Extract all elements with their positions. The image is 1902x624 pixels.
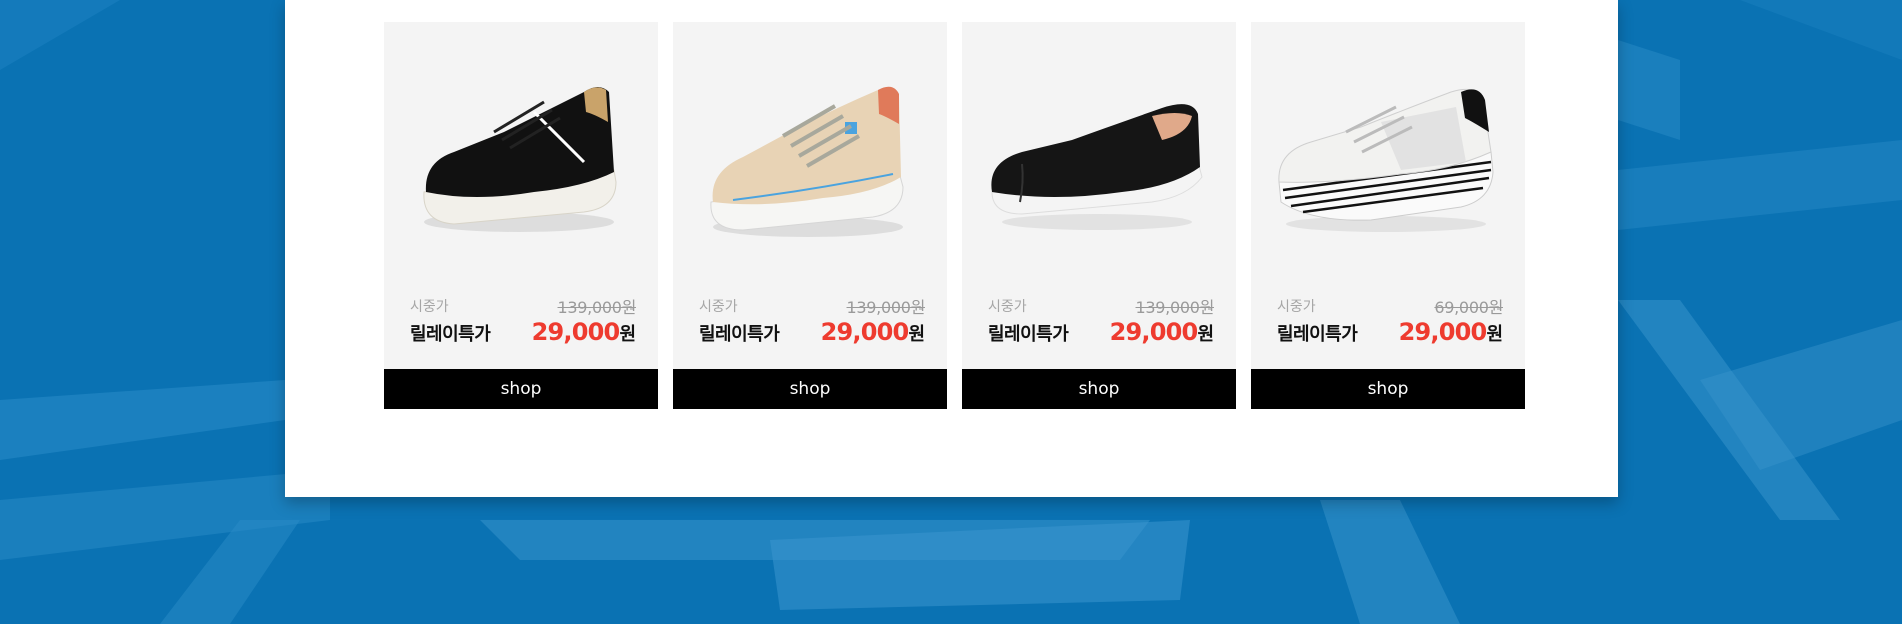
sale-price-unit: 원 (619, 324, 636, 345)
shop-button[interactable]: shop (962, 369, 1236, 409)
black-leather-sneaker-icon (423, 87, 617, 232)
shop-button[interactable]: shop (673, 369, 947, 409)
sale-price-group: 29,000원 (1110, 318, 1214, 346)
white-platform-sneaker-icon (1278, 88, 1494, 232)
sale-price: 29,000 (1398, 318, 1488, 346)
relay-price-label: 릴레이특가 (1277, 324, 1358, 345)
market-price-label: 시중가 (988, 299, 1027, 315)
sale-price: 29,000 (531, 318, 621, 346)
sale-price: 29,000 (1109, 318, 1199, 346)
relay-price-label: 릴레이특가 (410, 324, 491, 345)
product-card[interactable]: 시중가 139,000원 릴레이특가 29,000원 shop (962, 22, 1236, 409)
sale-price-unit: 원 (1197, 324, 1214, 345)
product-panel: 시중가 139,000원 릴레이특가 29,000원 shop 시중가 139,… (285, 0, 1618, 497)
black-slip-on-icon (991, 104, 1203, 230)
market-price: 139,000원 (557, 298, 637, 317)
sale-price-unit: 원 (908, 324, 925, 345)
beige-leather-sneaker-icon (710, 86, 904, 237)
sale-price-unit: 원 (1486, 324, 1503, 345)
shop-button[interactable]: shop (384, 369, 658, 409)
market-price-label: 시중가 (1277, 299, 1316, 315)
market-price: 139,000원 (1135, 298, 1215, 317)
market-price-label: 시중가 (410, 299, 449, 315)
market-price: 139,000원 (846, 298, 926, 317)
sale-price-group: 29,000원 (1399, 318, 1503, 346)
product-card[interactable]: 시중가 139,000원 릴레이특가 29,000원 shop (673, 22, 947, 409)
relay-price-label: 릴레이특가 (988, 324, 1069, 345)
sale-price-group: 29,000원 (532, 318, 636, 346)
sale-price-group: 29,000원 (821, 318, 925, 346)
market-price-label: 시중가 (699, 299, 738, 315)
sale-price: 29,000 (820, 318, 910, 346)
product-card[interactable]: 시중가 69,000원 릴레이특가 29,000원 shop (1251, 22, 1525, 409)
shop-button[interactable]: shop (1251, 369, 1525, 409)
relay-price-label: 릴레이특가 (699, 324, 780, 345)
product-card[interactable]: 시중가 139,000원 릴레이특가 29,000원 shop (384, 22, 658, 409)
market-price: 69,000원 (1434, 298, 1503, 317)
